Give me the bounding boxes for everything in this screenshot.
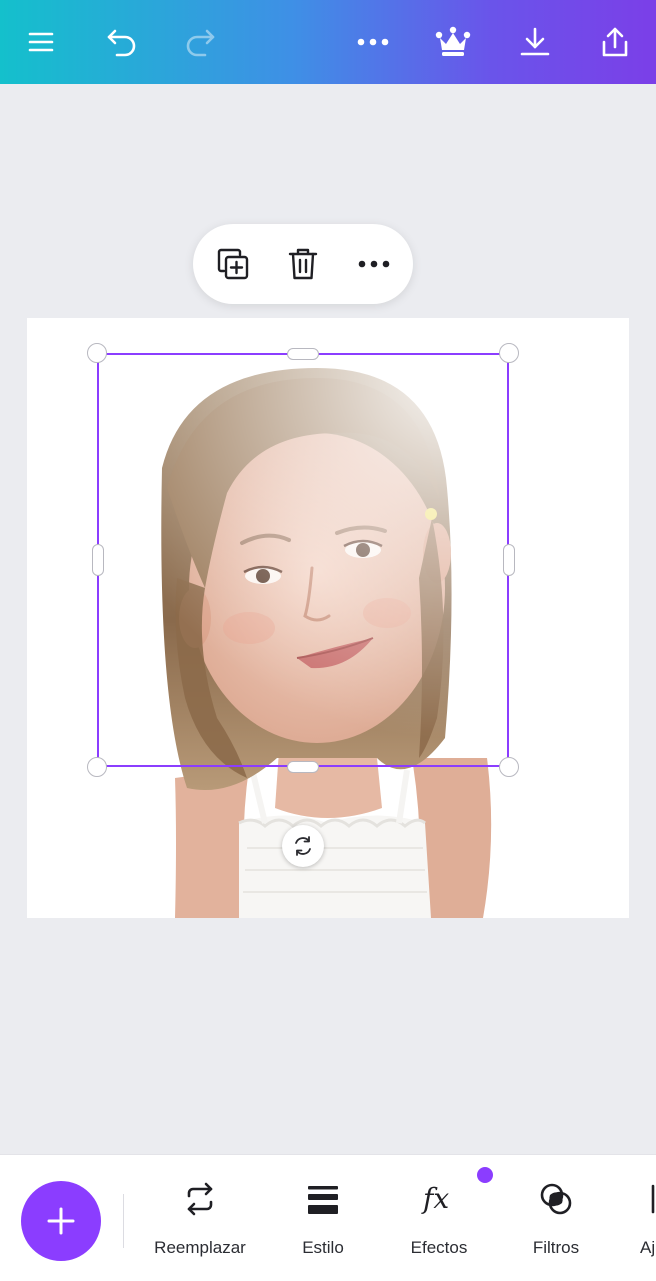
resize-handle-bottom-right[interactable] — [499, 757, 519, 777]
redo-icon[interactable] — [178, 20, 222, 64]
adjust-icon — [640, 1174, 656, 1224]
tool-replace[interactable]: Reemplazar — [146, 1174, 254, 1264]
resize-handle-top[interactable] — [287, 348, 319, 360]
selection-frame[interactable] — [97, 353, 509, 767]
tool-label: Aj — [640, 1238, 656, 1257]
resize-handle-top-right[interactable] — [499, 343, 519, 363]
more-icon[interactable] — [351, 20, 395, 64]
rotate-icon[interactable] — [282, 825, 324, 867]
tool-style[interactable]: Estilo — [286, 1174, 360, 1264]
element-floating-toolbar — [193, 224, 413, 304]
tool-label: Reemplazar — [154, 1238, 246, 1257]
resize-handle-top-left[interactable] — [87, 343, 107, 363]
duplicate-icon[interactable] — [211, 242, 255, 286]
tool-label: Efectos — [410, 1238, 468, 1257]
add-button[interactable] — [21, 1181, 101, 1261]
resize-handle-right[interactable] — [503, 544, 515, 576]
style-icon — [301, 1174, 345, 1224]
tool-effects[interactable]: fx Efectos — [403, 1174, 475, 1264]
svg-text:fx: fx — [421, 1182, 449, 1215]
trash-icon[interactable] — [281, 242, 325, 286]
resize-handle-bottom-left[interactable] — [87, 757, 107, 777]
replace-icon — [178, 1174, 222, 1224]
tool-adjust[interactable]: Aj — [640, 1174, 656, 1264]
more-icon[interactable] — [352, 242, 396, 286]
new-badge — [477, 1167, 493, 1183]
share-icon[interactable] — [593, 20, 637, 64]
resize-handle-bottom[interactable] — [287, 761, 319, 773]
menu-icon[interactable] — [19, 20, 63, 64]
top-app-bar — [0, 0, 656, 84]
download-icon[interactable] — [513, 20, 557, 64]
fx-icon: fx — [417, 1174, 461, 1224]
tool-label: Filtros — [532, 1238, 580, 1257]
tool-filters[interactable]: Filtros — [522, 1174, 590, 1264]
tool-label: Estilo — [302, 1238, 344, 1257]
crown-icon[interactable] — [431, 20, 475, 64]
plus-icon — [47, 1207, 75, 1235]
toolbar-divider — [123, 1194, 124, 1248]
resize-handle-left[interactable] — [92, 544, 104, 576]
undo-icon[interactable] — [100, 20, 144, 64]
filters-icon — [534, 1174, 578, 1224]
